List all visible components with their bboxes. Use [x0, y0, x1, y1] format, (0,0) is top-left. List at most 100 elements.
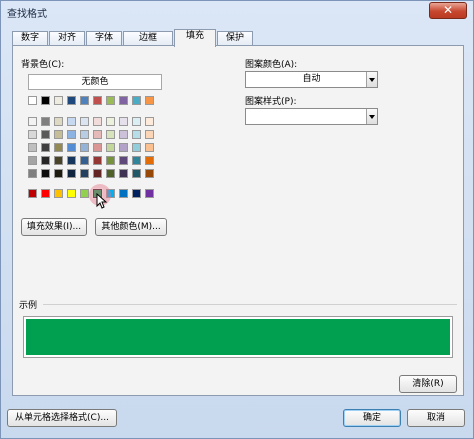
- tint-color-swatch[interactable]: [132, 143, 141, 152]
- theme-color-swatch[interactable]: [67, 96, 76, 105]
- tint-color-swatch[interactable]: [132, 156, 141, 165]
- standard-color-swatch[interactable]: [67, 189, 76, 198]
- tint-color-swatch[interactable]: [145, 130, 154, 139]
- tint-color-swatch[interactable]: [119, 169, 128, 178]
- theme-color-swatch[interactable]: [41, 96, 50, 105]
- pattern-color-value: 自动: [302, 74, 321, 84]
- tint-color-swatch[interactable]: [67, 130, 76, 139]
- tint-color-swatch[interactable]: [93, 130, 102, 139]
- no-color-button[interactable]: 无颜色: [28, 74, 162, 90]
- sample-divider: [43, 304, 457, 305]
- theme-color-swatch[interactable]: [93, 96, 102, 105]
- theme-color-swatch[interactable]: [132, 96, 141, 105]
- tab-alignment[interactable]: 对齐: [49, 31, 85, 46]
- standard-color-swatch[interactable]: [54, 189, 63, 198]
- tint-color-swatch[interactable]: [54, 156, 63, 165]
- tint-color-swatch[interactable]: [80, 117, 89, 126]
- tint-color-swatch[interactable]: [28, 169, 37, 178]
- clear-button[interactable]: 清除(R): [399, 375, 457, 393]
- mouse-cursor-icon: [96, 193, 108, 209]
- tint-color-swatch[interactable]: [28, 143, 37, 152]
- sample-preview: [23, 316, 453, 358]
- theme-color-swatch[interactable]: [119, 96, 128, 105]
- tint-color-swatch[interactable]: [106, 117, 115, 126]
- title-bar: 查找格式 ✕: [1, 1, 473, 23]
- tint-color-swatch[interactable]: [67, 156, 76, 165]
- close-button[interactable]: ✕: [429, 2, 467, 19]
- tint-color-swatch[interactable]: [145, 169, 154, 178]
- pattern-color-combo[interactable]: 自动: [245, 71, 378, 88]
- tab-protection[interactable]: 保护: [217, 31, 253, 46]
- tint-color-swatch[interactable]: [67, 143, 76, 152]
- tint-color-swatch[interactable]: [67, 169, 76, 178]
- standard-color-swatch[interactable]: [80, 189, 89, 198]
- close-icon: ✕: [442, 3, 454, 17]
- tint-color-swatch[interactable]: [145, 117, 154, 126]
- tint-color-swatch[interactable]: [93, 117, 102, 126]
- chevron-down-icon[interactable]: [366, 72, 377, 87]
- tint-color-swatch[interactable]: [54, 130, 63, 139]
- tint-color-swatch[interactable]: [119, 130, 128, 139]
- tint-color-swatch[interactable]: [106, 130, 115, 139]
- tint-color-swatch[interactable]: [41, 156, 50, 165]
- tint-color-swatch[interactable]: [132, 117, 141, 126]
- theme-color-swatch[interactable]: [54, 96, 63, 105]
- tint-color-swatch[interactable]: [119, 156, 128, 165]
- theme-color-swatch[interactable]: [145, 96, 154, 105]
- tab-border[interactable]: 边框: [123, 31, 173, 46]
- tint-color-swatch[interactable]: [80, 143, 89, 152]
- tint-color-swatch[interactable]: [54, 169, 63, 178]
- tint-color-swatch[interactable]: [41, 169, 50, 178]
- tint-color-swatch[interactable]: [54, 143, 63, 152]
- tint-color-swatch[interactable]: [41, 143, 50, 152]
- tab-number[interactable]: 数字: [12, 31, 48, 46]
- tint-color-swatch[interactable]: [93, 156, 102, 165]
- cancel-button[interactable]: 取消: [407, 409, 465, 427]
- tint-color-swatch[interactable]: [54, 117, 63, 126]
- tint-color-swatch[interactable]: [93, 143, 102, 152]
- tint-color-swatch[interactable]: [80, 169, 89, 178]
- pattern-style-combo[interactable]: [245, 108, 378, 125]
- ok-button[interactable]: 确定: [343, 409, 401, 427]
- find-format-dialog: 查找格式 ✕ 数字 对齐 字体 边框 填充 保护 背景色(C): 无颜色 填充效…: [0, 0, 474, 439]
- tint-color-swatch[interactable]: [41, 130, 50, 139]
- tint-color-swatch[interactable]: [28, 130, 37, 139]
- tint-color-swatch[interactable]: [132, 169, 141, 178]
- chevron-down-icon[interactable]: [366, 109, 377, 124]
- choose-format-from-cell-button[interactable]: 从单元格选择格式(C)...: [7, 409, 117, 427]
- tab-font[interactable]: 字体: [86, 31, 122, 46]
- standard-color-swatch[interactable]: [132, 189, 141, 198]
- tint-color-swatch[interactable]: [106, 156, 115, 165]
- tint-color-swatch[interactable]: [119, 117, 128, 126]
- tint-color-swatch[interactable]: [67, 117, 76, 126]
- tint-color-swatch[interactable]: [132, 130, 141, 139]
- fill-panel: 背景色(C): 无颜色 填充效果(I)... 其他颜色(M)... 图案颜色(A…: [12, 45, 464, 396]
- tint-color-swatch[interactable]: [145, 143, 154, 152]
- standard-color-swatch[interactable]: [145, 189, 154, 198]
- background-color-label: 背景色(C):: [21, 60, 65, 70]
- more-colors-button[interactable]: 其他颜色(M)...: [95, 218, 167, 236]
- tint-color-swatch[interactable]: [28, 156, 37, 165]
- tint-color-swatch[interactable]: [93, 169, 102, 178]
- standard-color-swatch[interactable]: [41, 189, 50, 198]
- tint-color-swatch[interactable]: [80, 130, 89, 139]
- theme-color-swatch[interactable]: [80, 96, 89, 105]
- sample-group: 示例: [19, 298, 457, 365]
- theme-color-swatch[interactable]: [106, 96, 115, 105]
- tint-color-swatch[interactable]: [80, 156, 89, 165]
- theme-color-swatch[interactable]: [28, 96, 37, 105]
- tint-color-swatch[interactable]: [106, 143, 115, 152]
- pattern-style-label: 图案样式(P):: [245, 97, 297, 107]
- fill-effects-button[interactable]: 填充效果(I)...: [21, 218, 87, 236]
- tint-color-swatch[interactable]: [119, 143, 128, 152]
- tint-color-swatch[interactable]: [106, 169, 115, 178]
- standard-color-swatch[interactable]: [119, 189, 128, 198]
- tab-fill[interactable]: 填充: [174, 29, 216, 47]
- tint-color-swatch[interactable]: [145, 156, 154, 165]
- tint-color-swatch[interactable]: [41, 117, 50, 126]
- standard-color-swatch[interactable]: [28, 189, 37, 198]
- dialog-title: 查找格式: [7, 9, 47, 20]
- pattern-color-label: 图案颜色(A):: [245, 60, 298, 70]
- sample-fill: [26, 319, 450, 355]
- tint-color-swatch[interactable]: [28, 117, 37, 126]
